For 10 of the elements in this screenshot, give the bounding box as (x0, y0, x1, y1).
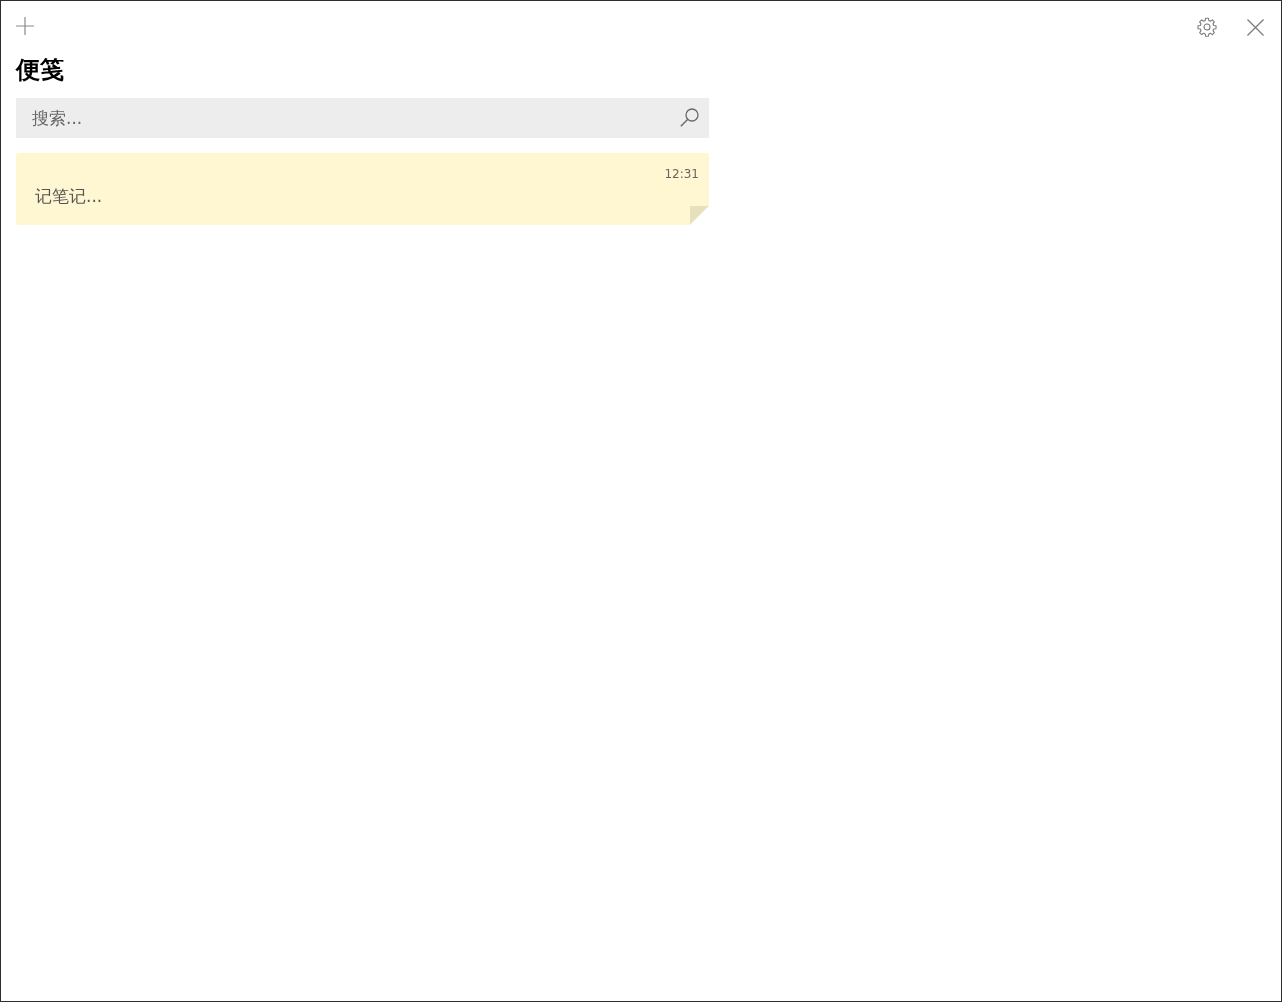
close-icon (1247, 18, 1264, 36)
plus-icon (16, 17, 34, 35)
note-card[interactable]: 12:31 记笔记... (16, 153, 709, 225)
search-field[interactable]: 搜索... (16, 98, 709, 138)
settings-icon (1197, 17, 1217, 37)
note-time: 12:31 (664, 167, 699, 181)
folded-corner-icon (690, 206, 709, 225)
search-icon[interactable] (680, 108, 699, 127)
note-text: 记笔记... (35, 185, 103, 207)
app-title: 便笺 (16, 55, 64, 85)
